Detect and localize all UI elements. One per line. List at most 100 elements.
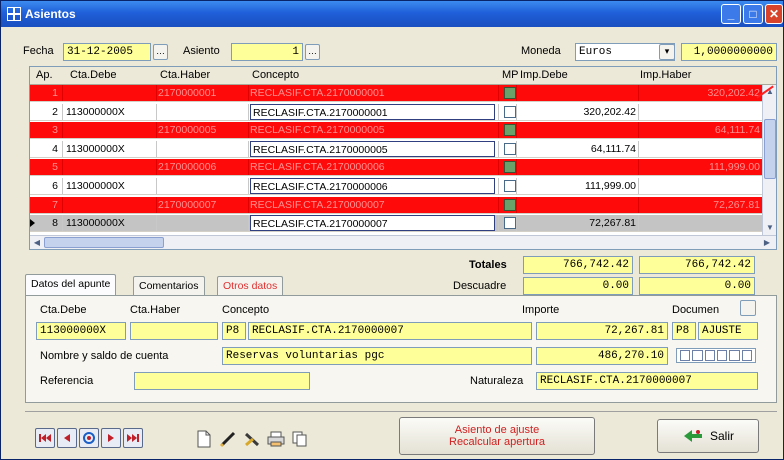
col-imp-haber-header[interactable]: Imp.Haber [640, 69, 691, 81]
cell-concepto[interactable]: RECLASIF.CTA.2170000001 [250, 85, 495, 101]
table-row[interactable]: 1 2170000001 RECLASIF.CTA.2170000001 320,20… [30, 85, 762, 102]
mp-checkbox[interactable] [504, 124, 516, 137]
fecha-field[interactable]: 31-12-2005 [63, 43, 151, 61]
print-button[interactable] [265, 428, 287, 450]
cell-concepto[interactable]: RECLASIF.CTA.2170000006 [250, 159, 495, 175]
cell-ap[interactable]: 3 [34, 122, 58, 138]
asiento-ajuste-button[interactable]: Asiento de ajuste Recalcular apertura [399, 417, 595, 455]
detail-concepto-field[interactable]: RECLASIF.CTA.2170000007 [248, 322, 532, 340]
cell-cta-haber[interactable]: 2170000006 [158, 159, 248, 175]
cell-cta-debe[interactable]: 113000000X [66, 178, 156, 194]
col-mp-header[interactable]: MP [502, 69, 519, 81]
mp-checkbox[interactable] [504, 87, 516, 99]
mp-checkbox[interactable] [504, 142, 516, 155]
col-cta-haber-header[interactable]: Cta.Haber [160, 69, 210, 81]
cell-imp-haber[interactable]: 111,999.00 [640, 159, 760, 175]
cell-imp-debe[interactable]: 64,111.74 [518, 141, 636, 157]
scroll-down-icon[interactable]: ▼ [764, 221, 776, 235]
cell-imp-haber[interactable]: 72,267.81 [640, 197, 760, 213]
minimize-button[interactable]: _ [721, 4, 741, 24]
cell-cta-debe[interactable] [66, 85, 156, 101]
fecha-picker-button[interactable]: … [153, 44, 168, 60]
detail-concepto-code-field[interactable]: P8 [222, 322, 246, 340]
detail-doc-field[interactable]: AJUSTE [698, 322, 758, 340]
cell-imp-debe[interactable] [518, 159, 636, 175]
moneda-dropdown-icon[interactable]: ▾ [659, 44, 675, 60]
cell-cta-debe[interactable] [66, 159, 156, 175]
col-concepto-header[interactable]: Concepto [252, 69, 299, 81]
cell-cta-debe[interactable]: 113000000X [66, 104, 156, 120]
cell-ap[interactable]: 5 [34, 159, 58, 175]
scroll-thumb[interactable] [764, 119, 776, 179]
mp-checkbox[interactable] [504, 180, 516, 192]
cell-imp-debe[interactable] [518, 122, 636, 138]
scroll-left-icon[interactable]: ◀ [30, 236, 44, 249]
delete-button[interactable] [241, 428, 263, 450]
cell-concepto[interactable]: RECLASIF.CTA.2170000005 [250, 122, 495, 138]
table-row[interactable]: 8 113000000X RECLASIF.CTA.2170000007 72,267… [30, 215, 762, 233]
cell-imp-haber[interactable] [640, 178, 760, 194]
mp-checkbox[interactable] [504, 198, 516, 211]
cell-cta-debe[interactable] [66, 197, 156, 213]
maximize-button[interactable]: □ [743, 4, 763, 24]
referencia-field[interactable] [134, 372, 310, 390]
cell-ap[interactable]: 4 [34, 141, 58, 157]
cell-ap[interactable]: 2 [34, 104, 58, 120]
cell-imp-haber[interactable]: 320,202.42 [640, 85, 760, 101]
cell-cta-haber[interactable] [158, 104, 248, 120]
cell-imp-debe[interactable] [518, 85, 636, 101]
cell-imp-haber[interactable] [640, 141, 760, 157]
cell-cta-haber[interactable] [158, 141, 248, 157]
scroll-right-icon[interactable]: ▶ [760, 236, 774, 249]
hscroll-thumb[interactable] [44, 237, 164, 248]
cell-imp-debe[interactable] [518, 197, 636, 213]
table-row[interactable]: 5 2170000006 RECLASIF.CTA.2170000006 111,99… [30, 159, 762, 177]
cell-ap[interactable]: 1 [34, 85, 58, 101]
detail-importe-field[interactable]: 72,267.81 [536, 322, 668, 340]
tab-datos-apunte[interactable]: Datos del apunte [25, 274, 117, 296]
detail-cta-haber-field[interactable] [130, 322, 218, 340]
detail-doc-code-field[interactable]: P8 [672, 322, 696, 340]
cell-imp-haber[interactable]: 64,111.74 [640, 122, 760, 138]
col-imp-debe-header[interactable]: Imp.Debe [520, 69, 568, 81]
cell-concepto[interactable]: RECLASIF.CTA.2170000006 [250, 178, 495, 194]
detail-cta-debe-field[interactable]: 113000000X [36, 322, 126, 340]
documento-picker-button[interactable] [740, 300, 756, 316]
col-cta-debe-header[interactable]: Cta.Debe [70, 69, 116, 81]
table-row[interactable]: 7 2170000007 RECLASIF.CTA.2170000007 72,267… [30, 196, 762, 214]
cell-ap[interactable]: 6 [34, 178, 58, 194]
cell-cta-haber[interactable]: 2170000007 [158, 197, 248, 213]
copy-button[interactable] [289, 428, 311, 450]
new-document-button[interactable] [193, 428, 215, 450]
tab-comentarios[interactable]: Comentarios [133, 276, 205, 296]
next-record-button[interactable] [101, 428, 121, 448]
refresh-button[interactable] [79, 428, 99, 448]
col-ap-header[interactable]: Ap. [36, 69, 53, 81]
table-row[interactable]: 3 2170000005 RECLASIF.CTA.2170000005 64,111… [30, 122, 762, 140]
last-record-button[interactable] [123, 428, 143, 448]
mp-checkbox[interactable] [504, 105, 516, 118]
asiento-field[interactable]: 1 [231, 43, 303, 61]
table-row[interactable]: 4 113000000X RECLASIF.CTA.2170000005 64,111… [30, 140, 762, 158]
close-button[interactable]: ✕ [765, 4, 783, 24]
first-record-button[interactable] [35, 428, 55, 448]
table-row[interactable]: 6 113000000X RECLASIF.CTA.2170000006 111,99… [30, 178, 762, 195]
entries-grid[interactable]: Ap. Cta.Debe Cta.Haber Concepto MP Imp.D… [29, 66, 777, 250]
cell-cta-haber[interactable] [158, 178, 248, 194]
asiento-picker-button[interactable]: … [305, 44, 320, 60]
cell-ap[interactable]: 7 [34, 197, 58, 213]
cell-concepto[interactable]: RECLASIF.CTA.2170000001 [250, 103, 495, 120]
edit-button[interactable] [217, 428, 239, 450]
cell-concepto[interactable]: RECLASIF.CTA.2170000005 [250, 140, 495, 157]
table-row[interactable]: 2 113000000X RECLASIF.CTA.2170000001 320,20… [30, 103, 762, 121]
grid-horizontal-scrollbar[interactable]: ◀ ▶ [30, 235, 776, 249]
tab-otros-datos[interactable]: Otros datos [217, 276, 284, 296]
cell-cta-haber[interactable]: 2170000005 [158, 122, 248, 138]
mp-checkbox[interactable] [504, 217, 516, 230]
cell-concepto[interactable]: RECLASIF.CTA.2170000007 [250, 215, 495, 232]
title-bar[interactable]: Asientos _ □ ✕ [1, 1, 783, 27]
cell-cta-debe[interactable] [66, 122, 156, 138]
cell-cta-debe[interactable]: 113000000X [66, 141, 156, 157]
cell-imp-debe[interactable]: 72,267.81 [518, 215, 636, 231]
exchange-rate-field[interactable]: 1,0000000000 [681, 43, 777, 61]
